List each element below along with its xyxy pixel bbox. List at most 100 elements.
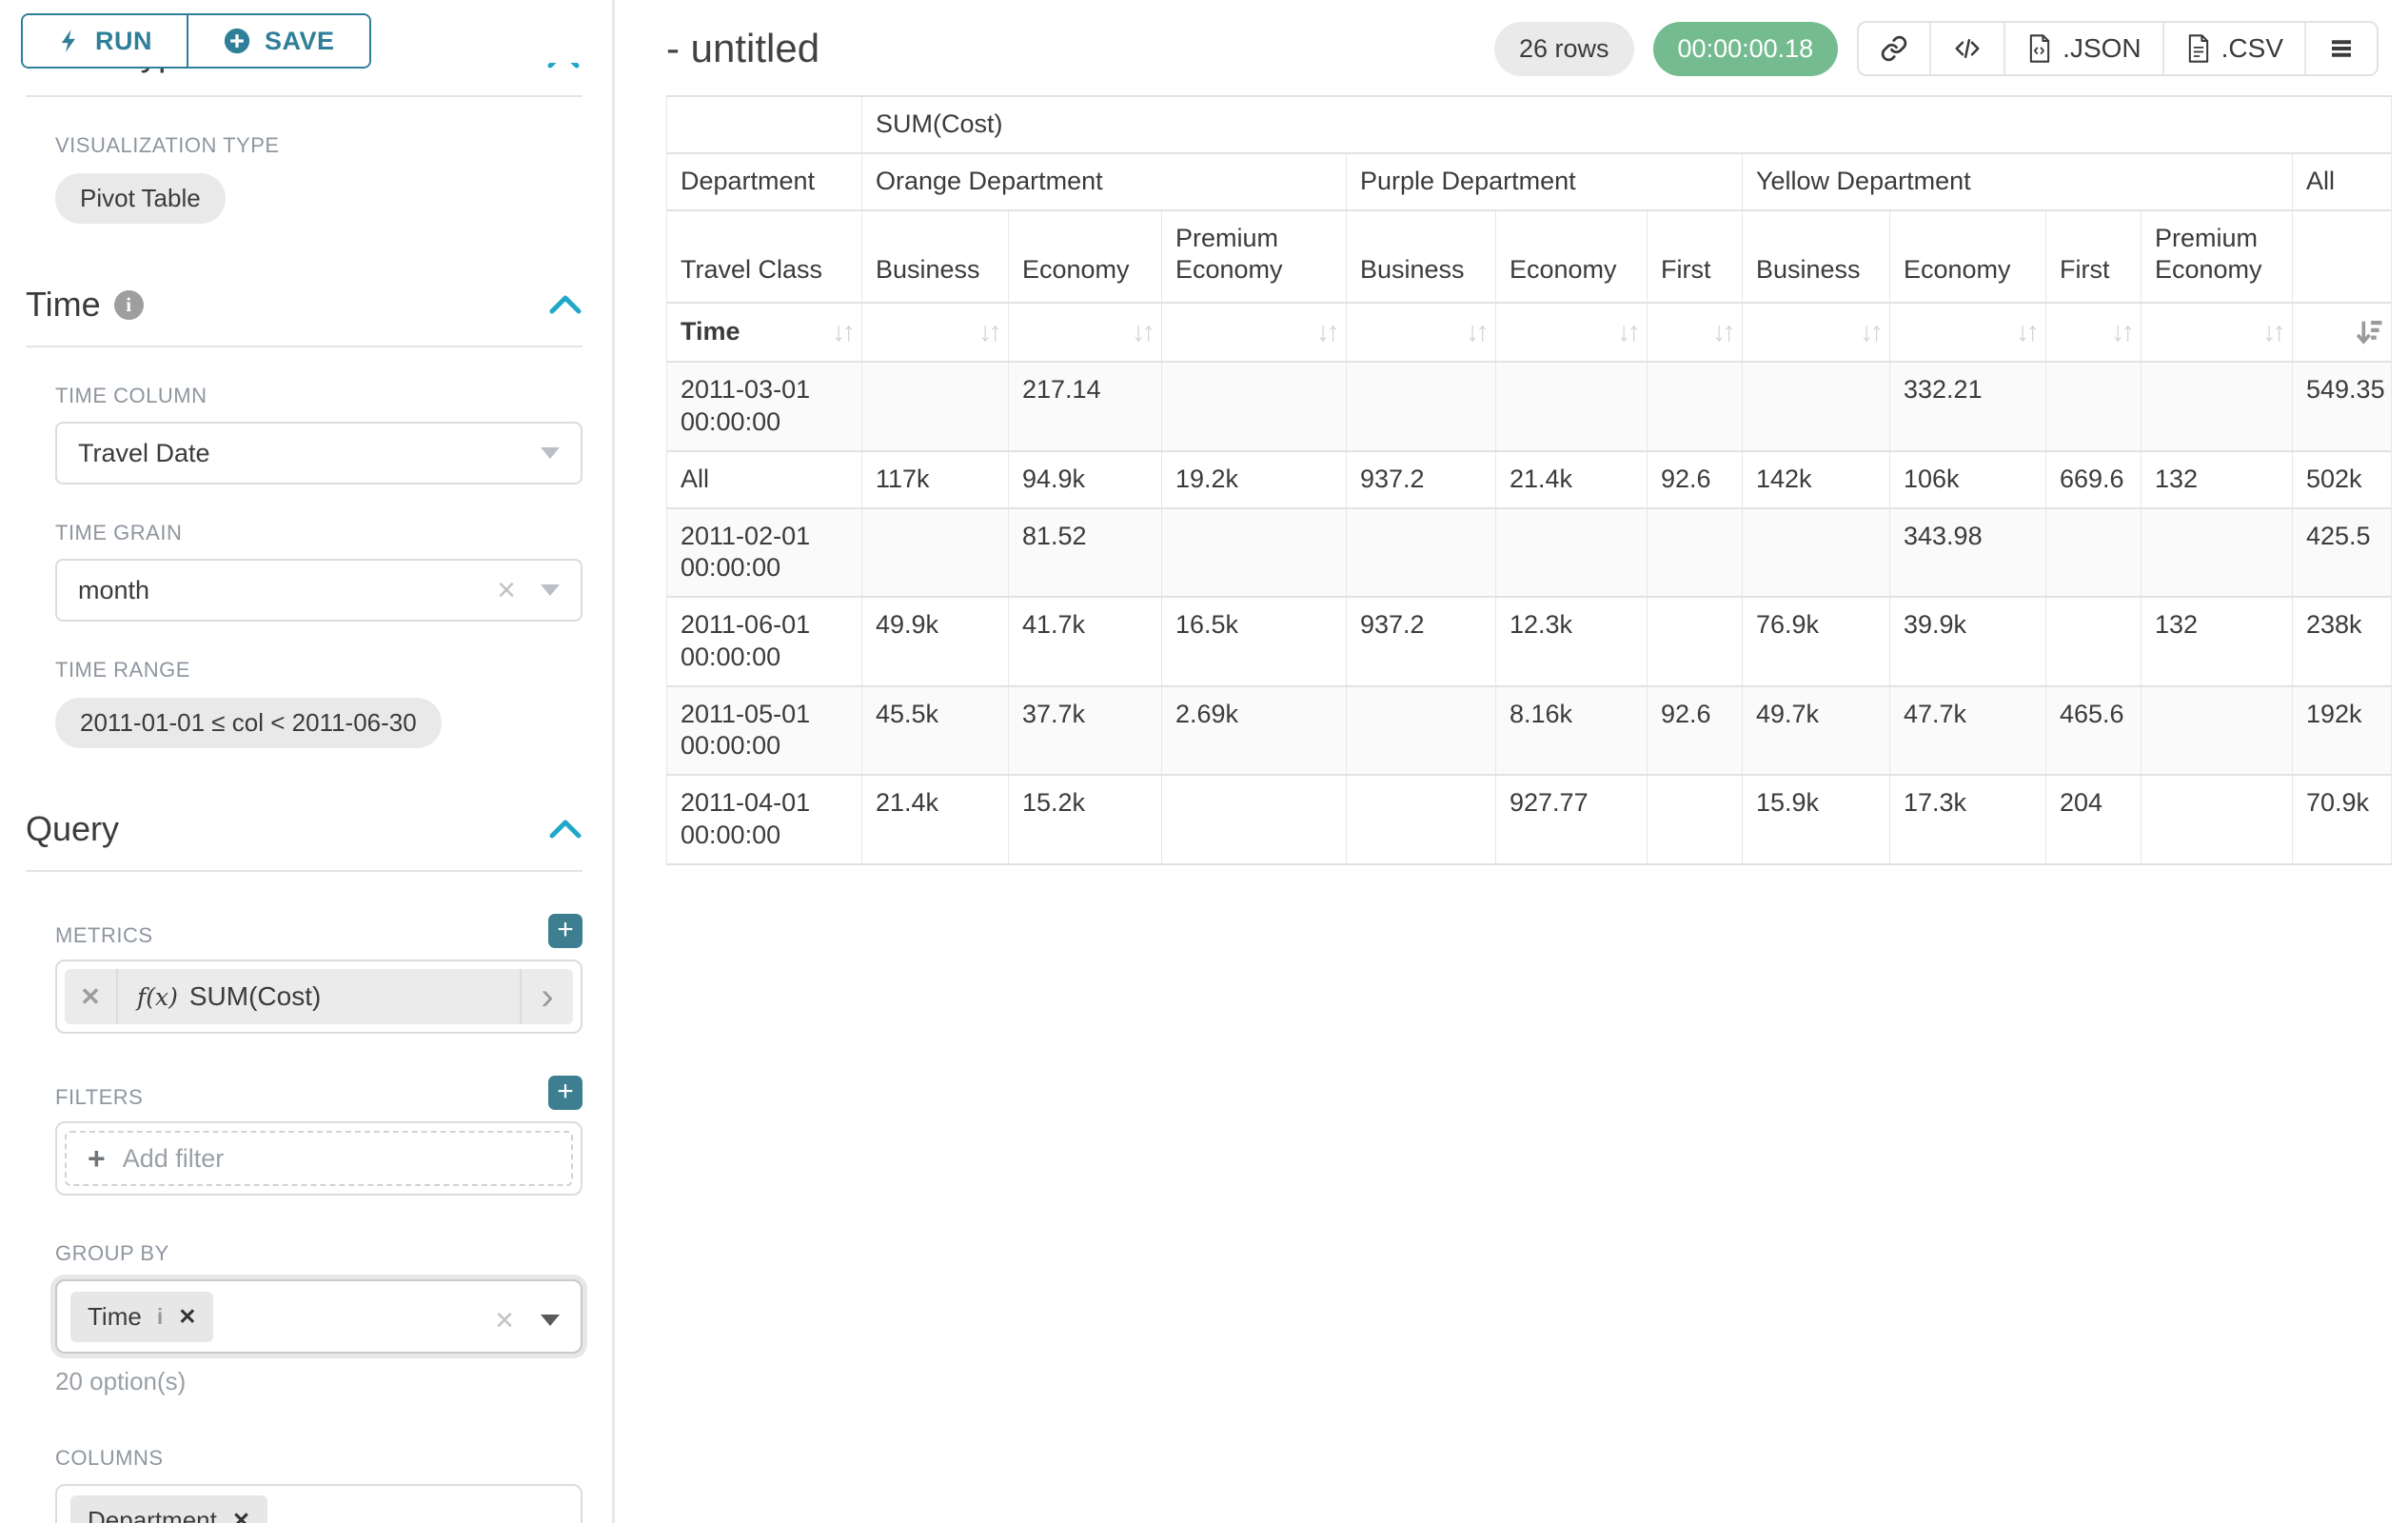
info-icon: i — [157, 1304, 163, 1330]
group-by-label: GROUP BY — [55, 1241, 582, 1266]
value-cell: 142k — [1743, 451, 1890, 508]
chevron-right-icon[interactable]: › — [520, 969, 573, 1024]
value-cell — [2142, 775, 2293, 864]
sort-icon[interactable]: ↓↑ — [2262, 315, 2286, 349]
function-icon: f(x) — [137, 983, 178, 1011]
sort-icon[interactable]: ↓↑ — [978, 315, 1002, 349]
json-label: .JSON — [2063, 33, 2141, 64]
save-button[interactable]: SAVE — [187, 15, 369, 67]
value-cell — [1648, 597, 1743, 686]
time-section-header[interactable]: Time i — [26, 285, 582, 325]
travel-class-header: First — [1648, 210, 1743, 304]
metric-pill[interactable]: ✕ f(x) SUM(Cost) › — [65, 969, 573, 1024]
sort-header[interactable]: ↓↑ — [1890, 303, 2046, 362]
sort-header[interactable] — [2293, 303, 2392, 362]
filters-label: FILTERS — [55, 1085, 143, 1110]
column-group-header: All — [2293, 153, 2392, 210]
copy-link-button[interactable] — [1859, 23, 1929, 74]
travel-class-header: Economy — [1496, 210, 1648, 304]
time-column-select[interactable]: Travel Date — [55, 422, 582, 485]
sort-icon[interactable]: ↓↑ — [1466, 315, 1490, 349]
time-range-label: TIME RANGE — [55, 658, 582, 682]
export-json-button[interactable]: .JSON — [2003, 23, 2161, 74]
value-cell — [1743, 508, 1890, 598]
section-divider — [26, 95, 582, 97]
sort-header[interactable]: ↓↑ — [1162, 303, 1347, 362]
table-row: 2011-03-01 00:00:00217.14332.21549.35 — [667, 362, 2392, 451]
corner-cell — [667, 96, 862, 153]
sort-icon[interactable]: ↓↑ — [2016, 315, 2040, 349]
sort-header[interactable]: ↓↑ — [2142, 303, 2293, 362]
value-cell: 332.21 — [1890, 362, 2046, 451]
travel-class-header: Premium Economy — [1162, 210, 1347, 304]
group-by-select[interactable]: Timei✕ × — [55, 1279, 582, 1354]
export-csv-button[interactable]: .CSV — [2162, 23, 2304, 74]
add-filter-plus-button[interactable]: + — [548, 1076, 582, 1110]
add-filter-button[interactable]: + Add filter — [65, 1131, 573, 1186]
metrics-control: ✕ f(x) SUM(Cost) › — [55, 959, 582, 1034]
time-grain-select[interactable]: month × — [55, 559, 582, 622]
sort-icon[interactable]: ↓↑ — [1132, 315, 1155, 349]
add-metric-button[interactable]: + — [548, 914, 582, 948]
chevron-up-icon[interactable] — [548, 293, 582, 316]
value-cell: 217.14 — [1009, 362, 1162, 451]
value-cell: 927.77 — [1496, 775, 1648, 864]
selected-tag-department[interactable]: Department✕ — [70, 1495, 267, 1523]
selected-tag-time[interactable]: Timei✕ — [70, 1292, 213, 1342]
sort-icon[interactable]: ↓↑ — [1860, 315, 1884, 349]
remove-tag-icon[interactable]: ✕ — [232, 1508, 250, 1523]
sort-icon[interactable]: ↓↑ — [1617, 315, 1641, 349]
value-cell — [1743, 362, 1890, 451]
query-section-header[interactable]: Query — [26, 809, 582, 849]
value-cell: 47.7k — [1890, 686, 2046, 776]
time-section-title: Time — [26, 285, 101, 325]
sort-icon[interactable]: ↓↑ — [2111, 315, 2135, 349]
travel-class-header: Economy — [1009, 210, 1162, 304]
value-cell: 37.7k — [1009, 686, 1162, 776]
sort-icon[interactable]: ↓↑ — [832, 315, 856, 349]
sort-header[interactable]: ↓↑ — [862, 303, 1009, 362]
table-row: 2011-02-01 00:00:0081.52343.98425.5 — [667, 508, 2392, 598]
sort-header[interactable]: ↓↑ — [1648, 303, 1743, 362]
time-header-label: Time — [681, 316, 740, 348]
value-cell: 238k — [2293, 597, 2392, 686]
row-label: All — [667, 451, 862, 508]
travel-class-header: Business — [862, 210, 1009, 304]
value-cell — [1648, 775, 1743, 864]
value-cell — [2142, 508, 2293, 598]
sort-header[interactable]: ↓↑ — [1743, 303, 1890, 362]
travel-class-header — [2293, 210, 2392, 304]
value-cell: 17.3k — [1890, 775, 2046, 864]
viz-type-pill[interactable]: Pivot Table — [55, 173, 226, 224]
clear-icon[interactable]: × — [495, 1304, 514, 1336]
more-options-button[interactable] — [2304, 23, 2377, 74]
value-cell — [2142, 686, 2293, 776]
chart-title[interactable]: - untitled — [666, 26, 819, 71]
filters-control: + Add filter — [55, 1121, 582, 1196]
value-cell: 39.9k — [1890, 597, 2046, 686]
value-cell: 21.4k — [1496, 451, 1648, 508]
sort-header[interactable]: ↓↑ — [1347, 303, 1496, 362]
value-cell: 92.6 — [1648, 451, 1743, 508]
sort-icon[interactable]: ↓↑ — [1712, 315, 1736, 349]
remove-metric-icon[interactable]: ✕ — [65, 969, 118, 1024]
sort-header[interactable]: ↓↑ — [1496, 303, 1648, 362]
value-cell: 502k — [2293, 451, 2392, 508]
sort-icon[interactable]: ↓↑ — [1316, 315, 1340, 349]
chevron-up-icon[interactable] — [548, 818, 582, 841]
remove-tag-icon[interactable]: ✕ — [178, 1304, 196, 1330]
value-cell — [1496, 508, 1648, 598]
csv-label: .CSV — [2221, 33, 2283, 64]
time-range-pill[interactable]: 2011-01-01 ≤ col < 2011-06-30 — [55, 698, 442, 748]
sort-header[interactable]: ↓↑ — [1009, 303, 1162, 362]
value-cell: 8.16k — [1496, 686, 1648, 776]
view-query-button[interactable] — [1929, 23, 2003, 74]
sort-header[interactable]: ↓↑ — [2046, 303, 2142, 362]
clear-icon[interactable]: × — [497, 574, 516, 606]
run-button[interactable]: RUN — [23, 15, 187, 67]
sort-descending-active-icon[interactable] — [2353, 316, 2385, 348]
columns-select[interactable]: Department✕Travel Class✕ × — [55, 1484, 582, 1523]
travel-class-header: Economy — [1890, 210, 2046, 304]
value-cell — [1347, 775, 1496, 864]
sort-header-time[interactable]: Time ↓↑ — [667, 303, 862, 362]
